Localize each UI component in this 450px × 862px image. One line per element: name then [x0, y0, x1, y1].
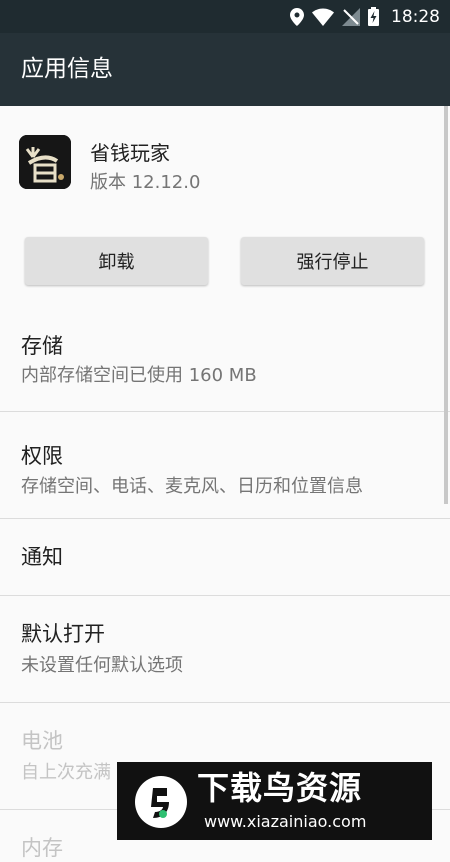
setting-summary: 未设置任何默认选项	[21, 655, 183, 676]
setting-title: 电池	[21, 729, 63, 753]
location-icon	[290, 7, 304, 26]
app-version: 版本 12.12.0	[90, 172, 201, 193]
watermark-url: www.xiazainiao.com	[204, 812, 367, 831]
status-icons: 18:28	[290, 0, 440, 33]
setting-title: 内存	[21, 836, 63, 860]
no-signal-icon	[342, 7, 360, 26]
watermark-banner: 下载鸟资源 www.xiazainiao.com	[117, 762, 432, 840]
app-bar: 应用信息	[0, 33, 450, 106]
wifi-icon	[312, 8, 334, 26]
setting-summary: 自上次充满	[21, 762, 111, 783]
setting-storage[interactable]: 存储 内部存储空间已使用 160 MB	[0, 304, 450, 411]
status-bar: 18:28	[0, 0, 450, 33]
setting-title: 通知	[21, 545, 63, 569]
bird-logo-icon	[131, 774, 191, 830]
uninstall-button[interactable]: 卸载	[25, 237, 208, 285]
battery-charging-icon	[368, 7, 379, 26]
force-stop-button[interactable]: 强行停止	[241, 237, 424, 285]
setting-notifications[interactable]: 通知	[0, 519, 450, 595]
app-logo-icon	[19, 135, 71, 189]
setting-summary: 存储空间、电话、麦克风、日历和位置信息	[21, 476, 363, 497]
setting-open-by-default[interactable]: 默认打开 未设置任何默认选项	[0, 596, 450, 702]
status-time: 18:28	[391, 6, 440, 27]
setting-permissions[interactable]: 权限 存储空间、电话、麦克风、日历和位置信息	[0, 412, 450, 518]
setting-summary: 内部存储空间已使用 160 MB	[21, 365, 257, 386]
scrollbar[interactable]	[444, 106, 448, 504]
app-name: 省钱玩家	[90, 141, 170, 165]
app-info-content[interactable]: 省钱玩家 版本 12.12.0 卸载 强行停止 存储 内部存储空间已使用 160…	[0, 106, 450, 860]
setting-title: 权限	[21, 444, 63, 468]
setting-title: 存储	[21, 334, 63, 358]
page-title: 应用信息	[21, 56, 113, 82]
setting-title: 默认打开	[21, 622, 105, 646]
watermark-text: 下载鸟资源	[197, 769, 363, 807]
